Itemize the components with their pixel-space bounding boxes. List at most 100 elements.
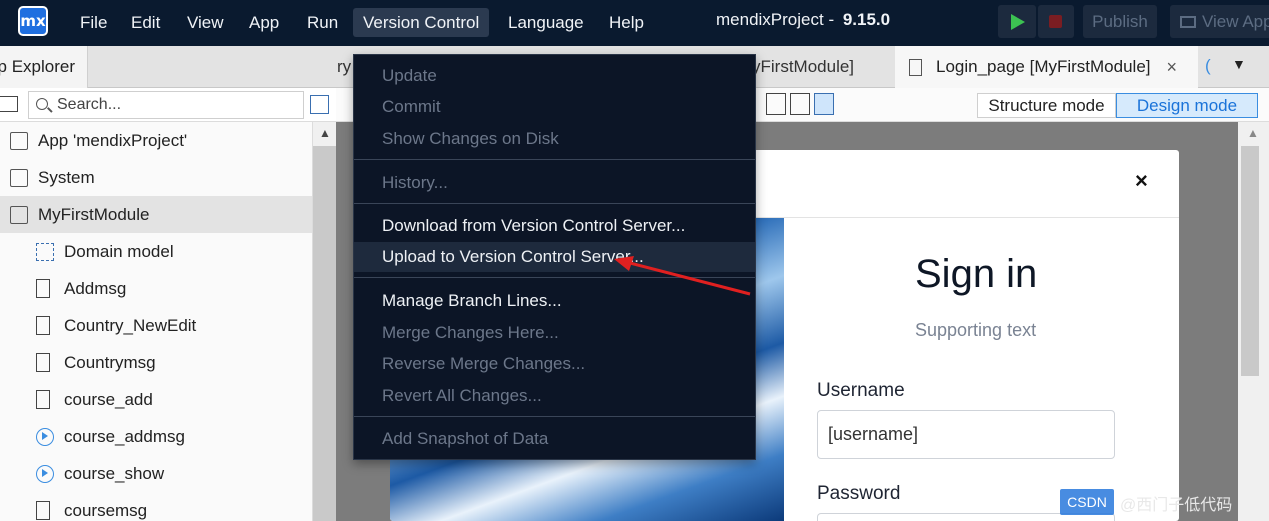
version-control-menu: Update Commit Show Changes on Disk Histo… <box>353 54 756 460</box>
page-icon <box>36 390 50 409</box>
menu-separator <box>354 159 755 160</box>
explorer-search-row: Search... <box>0 88 336 122</box>
menu-run[interactable]: Run <box>297 8 348 37</box>
domain-model-icon <box>36 242 54 261</box>
tree-item-coursemsg[interactable]: coursemsg <box>0 492 312 521</box>
tree-item-label: Addmsg <box>64 278 127 298</box>
tree-item-countrymsg[interactable]: Countrymsg <box>0 344 312 381</box>
menu-version-control[interactable]: Version Control <box>353 8 490 37</box>
menu-item-add-snapshot[interactable]: Add Snapshot of Data <box>354 424 755 454</box>
tree-item-label: coursemsg <box>64 500 148 520</box>
tree-item-label: MyFirstModule <box>38 204 150 224</box>
tree-item-country-newedit[interactable]: Country_NewEdit <box>0 307 312 344</box>
structure-mode-button[interactable]: Structure mode <box>977 93 1116 118</box>
search-icon <box>36 98 48 110</box>
scroll-up-icon[interactable]: ▲ <box>1247 126 1259 140</box>
menu-view[interactable]: View <box>177 8 234 37</box>
menu-item-reverse-merge[interactable]: Reverse Merge Changes... <box>354 349 755 379</box>
menu-language[interactable]: Language <box>498 8 594 37</box>
menu-help[interactable]: Help <box>599 8 654 37</box>
tree-item-label: Country_NewEdit <box>64 315 197 335</box>
tree-item-system[interactable]: System <box>0 159 312 196</box>
run-button[interactable] <box>998 5 1036 38</box>
tree-item-myfirstmodule[interactable]: MyFirstModule <box>0 196 312 233</box>
tablet-icon[interactable] <box>790 93 810 115</box>
menu-item-manage-branch-lines[interactable]: Manage Branch Lines... <box>354 286 755 316</box>
explorer-search-input[interactable]: Search... <box>28 91 304 119</box>
view-app-button[interactable]: View App <box>1170 5 1269 38</box>
collapse-panel-icon[interactable] <box>0 96 18 112</box>
page-icon <box>36 501 50 520</box>
explorer-scrollbar[interactable]: ▲ <box>312 122 337 521</box>
play-icon <box>1011 14 1025 30</box>
device-selector <box>766 93 834 115</box>
desktop-icon[interactable] <box>814 93 834 115</box>
menu-item-commit[interactable]: Commit <box>354 92 755 122</box>
top-bar: mx File Edit View App Run Version Contro… <box>0 0 1269 46</box>
expand-tree-icon[interactable] <box>310 95 329 114</box>
design-mode-button[interactable]: Design mode <box>1116 93 1258 118</box>
tree-item-domain-model[interactable]: Domain model <box>0 233 312 270</box>
menu-item-upload[interactable]: Upload to Version Control Server... <box>354 242 755 272</box>
module-icon <box>10 205 28 224</box>
username-label: Username <box>817 380 905 401</box>
tree-item-course-add[interactable]: course_add <box>0 381 312 418</box>
mendix-logo[interactable]: mx <box>18 6 48 36</box>
publish-button[interactable]: Publish <box>1083 5 1157 38</box>
view-app-label: View App <box>1202 11 1269 31</box>
tab-list-chevron-icon[interactable]: ▼ <box>1232 56 1246 72</box>
studio-version: 9.15.0 <box>842 10 891 29</box>
stop-button[interactable] <box>1038 5 1074 38</box>
project-title: mendixProject - 9.15.0 <box>716 10 890 30</box>
stop-icon <box>1049 15 1062 28</box>
tree-item-label: course_addmsg <box>64 426 185 446</box>
menu-item-show-changes[interactable]: Show Changes on Disk <box>354 124 755 154</box>
scrollbar-thumb[interactable] <box>1241 146 1259 376</box>
menu-item-revert-all[interactable]: Revert All Changes... <box>354 381 755 411</box>
tree-item-label: course_add <box>64 389 153 409</box>
login-page-tab-label: Login_page [MyFirstModule] <box>936 57 1151 76</box>
module-document-tab[interactable]: yFirstModule] <box>752 46 854 88</box>
app-cube-icon <box>10 131 28 150</box>
menu-edit[interactable]: Edit <box>121 8 170 37</box>
page-icon <box>36 353 50 372</box>
scroll-up-icon[interactable]: ▲ <box>319 126 331 140</box>
menu-item-update[interactable]: Update <box>354 61 755 91</box>
tree-item-label: System <box>38 167 95 187</box>
page-icon <box>36 316 50 335</box>
menu-item-history[interactable]: History... <box>354 168 755 198</box>
menu-item-download[interactable]: Download from Version Control Server... <box>354 211 755 241</box>
app-explorer-panel: Search... App 'mendixProject' System MyF… <box>0 88 337 521</box>
menu-item-merge-changes[interactable]: Merge Changes Here... <box>354 318 755 348</box>
tree-item-app[interactable]: App 'mendixProject' <box>0 122 312 159</box>
search-placeholder: Search... <box>57 96 122 113</box>
close-icon[interactable]: × <box>1135 168 1148 194</box>
tree-item-addmsg[interactable]: Addmsg <box>0 270 312 307</box>
sign-in-title: Sign in <box>915 252 1038 296</box>
tree-item-label: course_show <box>64 463 165 483</box>
microflow-icon <box>36 427 54 446</box>
app-explorer-tab[interactable]: p Explorer <box>0 46 88 88</box>
username-input[interactable]: [username] <box>817 410 1115 459</box>
password-label: Password <box>817 483 901 504</box>
monitor-icon <box>1180 15 1196 28</box>
module-icon <box>10 168 28 187</box>
tree-item-course-addmsg[interactable]: course_addmsg <box>0 418 312 455</box>
close-tab-icon[interactable]: × <box>1167 57 1178 78</box>
tree-item-course-show[interactable]: course_show <box>0 455 312 492</box>
csdn-watermark-badge: CSDN <box>1060 489 1114 515</box>
canvas-scrollbar[interactable]: ▲ <box>1238 122 1269 521</box>
tree-item-label: Countrymsg <box>64 352 156 372</box>
menu-file[interactable]: File <box>70 8 117 37</box>
page-icon <box>909 58 922 76</box>
sign-in-subtitle: Supporting text <box>915 320 1037 340</box>
project-name: mendixProject <box>716 10 824 29</box>
phone-icon[interactable] <box>766 93 786 115</box>
menu-separator <box>354 203 755 204</box>
menu-app[interactable]: App <box>239 8 289 37</box>
hidden-document-tab[interactable]: ry <box>337 46 351 88</box>
scrollbar-track[interactable] <box>313 146 337 521</box>
explorer-tree: App 'mendixProject' System MyFirstModule… <box>0 122 312 521</box>
separator-text: - <box>828 10 839 29</box>
login-page-tab[interactable]: Login_page [MyFirstModule] × <box>895 46 1198 88</box>
